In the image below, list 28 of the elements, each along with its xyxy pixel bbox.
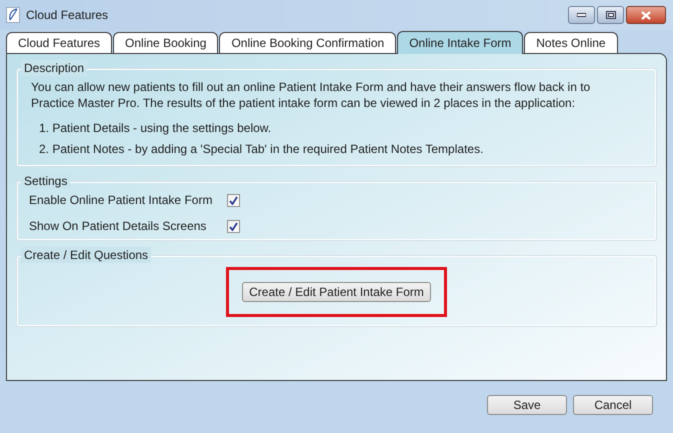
restore-icon [606,11,616,19]
list-item: 1. Patient Details - using the settings below. [39,121,272,135]
window-title: Cloud Features [26,7,108,24]
minimize-button[interactable] [568,6,595,24]
group-title: Create / Edit Questions [21,247,152,263]
setting-label: Enable Online Patient Intake Form [29,192,214,209]
feather-logo-icon [6,7,20,23]
close-button[interactable] [626,6,666,24]
description-text: You can allow new patients to fill out an online Patient Intake Form and have their answers flow back in to Practice Master Pro. The results of the patient intake form can be viewed in 2 places in the application: [31,79,592,111]
list-item: 2. Patient Notes - by adding a 'Special Tab' in the required Patient Notes Templates. [39,142,484,156]
tab[interactable]: Notes Online [524,32,618,53]
minimize-icon [577,13,586,17]
create-edit-form-button[interactable]: Create / Edit Patient Intake Form [242,282,431,302]
tab[interactable]: Cloud Features [6,32,112,53]
group-title: Settings [21,173,70,189]
tab[interactable]: Online Intake Form [397,31,524,54]
checkmark-icon [229,222,238,230]
dialog-button[interactable]: Cancel [573,395,653,415]
maximize-button[interactable] [597,6,624,24]
setting-label: Show On Patient Details Screens [29,218,208,235]
checkbox[interactable] [227,194,240,206]
checkbox[interactable] [227,220,240,232]
checkmark-icon [229,196,238,204]
tab[interactable]: Online Booking Confirmation [219,32,396,53]
close-icon [641,10,651,20]
dialog-button[interactable]: Save [487,395,567,415]
group-title: Description [21,60,88,76]
tab[interactable]: Online Booking [113,32,218,53]
